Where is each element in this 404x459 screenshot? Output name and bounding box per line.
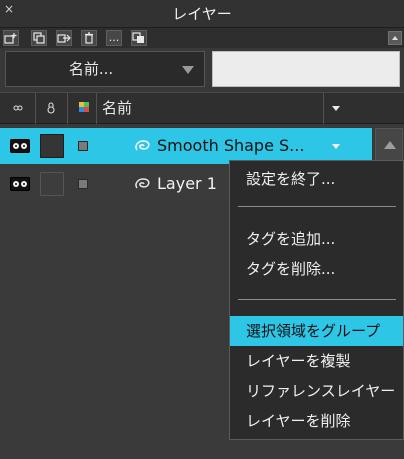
merge-layer-button[interactable] — [131, 30, 147, 46]
visibility-eye-icon[interactable] — [10, 139, 30, 153]
duplicate-layer-button[interactable] — [31, 30, 47, 46]
visibility-column-icon — [13, 105, 23, 111]
layer-thumbnail — [40, 172, 64, 196]
context-menu: 設定を終了... タグを追加... タグを削除... 選択領域をグループ レイヤ… — [229, 160, 404, 440]
search-input[interactable] — [212, 51, 400, 87]
layer-row[interactable]: Smooth Shape S... — [0, 128, 372, 164]
merge-icon — [132, 32, 144, 43]
chevron-up-icon — [392, 36, 398, 40]
menu-item-remove-tag[interactable]: タグを削除... — [230, 254, 403, 284]
column-header: 名前 — [0, 92, 404, 124]
menu-item-reference-layer[interactable]: リファレンスレイヤー — [230, 376, 403, 406]
layer-name: Layer 1 — [157, 174, 217, 193]
duplicate-icon — [33, 32, 45, 44]
filter-bar: 名前... — [0, 48, 404, 92]
column-menu-button[interactable] — [325, 96, 347, 121]
color-tag-icon[interactable] — [78, 179, 88, 189]
lasso-selection-icon — [135, 140, 150, 151]
menu-separator — [238, 299, 396, 300]
color-tag-icon[interactable] — [78, 141, 88, 151]
column-name-header[interactable]: 名前 — [102, 93, 132, 124]
menu-item-duplicate-layer[interactable]: レイヤーを複製 — [230, 346, 403, 376]
menu-item-group-selection[interactable]: 選択領域をグループ — [230, 316, 403, 346]
layer-toolbar: ... — [0, 28, 404, 48]
menu-item-end-settings[interactable]: 設定を終了... — [230, 164, 403, 194]
toolbar-scroll-up-button[interactable] — [388, 31, 402, 45]
menu-separator — [238, 206, 396, 207]
visibility-eye-icon[interactable] — [10, 177, 30, 191]
chevron-down-icon[interactable] — [332, 144, 340, 149]
menu-item-add-tag[interactable]: タグを追加... — [230, 224, 403, 254]
panel-title: レイヤー — [172, 5, 232, 23]
lasso-selection-icon — [135, 178, 150, 189]
more-icon: ... — [108, 31, 120, 44]
trash-icon — [85, 32, 93, 44]
export-icon — [57, 34, 71, 43]
delete-layer-button[interactable] — [81, 30, 97, 46]
sort-dropdown-label: 名前... — [68, 60, 114, 78]
chevron-down-icon — [332, 106, 340, 111]
export-layer-button[interactable] — [56, 30, 72, 46]
more-button[interactable]: ... — [106, 30, 122, 46]
chevron-down-icon — [182, 66, 194, 74]
menu-item-delete-layer[interactable]: レイヤーを削除 — [230, 406, 403, 436]
color-column-icon — [79, 102, 89, 112]
layer-name: Smooth Shape S... — [157, 136, 305, 155]
scroll-up-button[interactable] — [375, 128, 403, 162]
new-layer-icon — [4, 33, 17, 44]
lock-column-icon — [47, 102, 55, 114]
layer-thumbnail — [40, 134, 64, 158]
panel-titlebar: × レイヤー — [0, 0, 404, 28]
new-layer-button[interactable] — [3, 30, 19, 46]
sort-dropdown[interactable]: 名前... — [5, 51, 205, 87]
chevron-up-icon — [384, 141, 396, 149]
